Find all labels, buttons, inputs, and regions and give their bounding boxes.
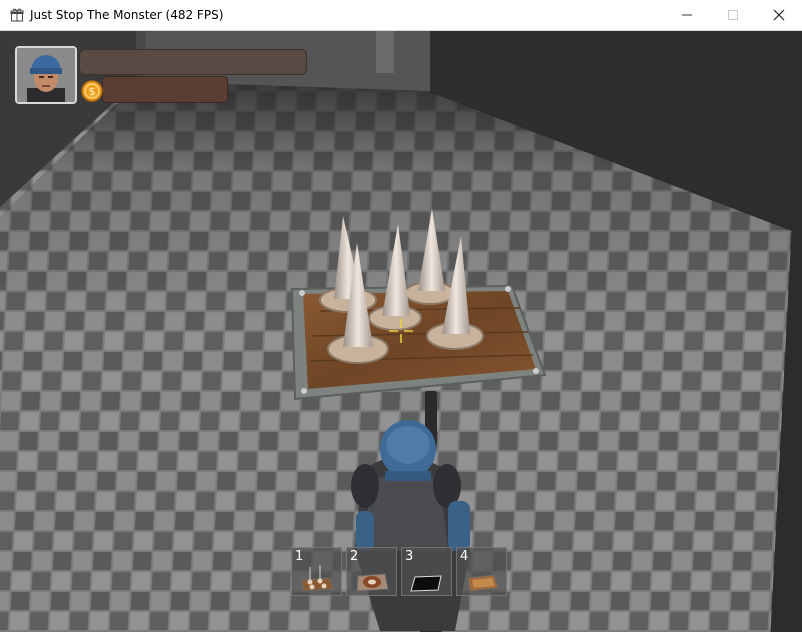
hotbar-slot-2[interactable]: 2 (346, 547, 397, 596)
pit-trap-icon (410, 575, 442, 592)
corridor-pillar (376, 31, 394, 73)
hotbar-slot-3[interactable]: 3 (401, 547, 452, 596)
hotbar-slot-1[interactable]: 1 (291, 547, 342, 596)
soldier-portrait-icon (17, 48, 75, 102)
spike-trap-icon (301, 565, 334, 592)
coin-icon: $ (81, 80, 103, 102)
player-portrait (15, 46, 77, 104)
maximize-icon (728, 10, 738, 20)
window-title: Just Stop The Monster (482 FPS) (30, 8, 224, 22)
minimize-icon (682, 14, 692, 16)
close-button[interactable] (756, 0, 802, 30)
minimize-button[interactable] (664, 0, 710, 30)
hotbar-slot-4[interactable]: 4 (456, 547, 507, 596)
wood-floor-trap-icon (467, 574, 499, 592)
maximize-button[interactable] (710, 0, 756, 30)
game-window: Just Stop The Monster (482 FPS) $ 1 2 3 … (0, 0, 802, 632)
gold-bar (102, 76, 228, 103)
title-bar[interactable]: Just Stop The Monster (482 FPS) (0, 0, 802, 31)
health-bar (79, 49, 307, 75)
svg-text:$: $ (89, 85, 96, 98)
gift-box-icon (10, 8, 24, 22)
donut-trap-icon (356, 573, 389, 592)
crosshair-icon (389, 319, 413, 343)
close-icon (773, 9, 785, 21)
